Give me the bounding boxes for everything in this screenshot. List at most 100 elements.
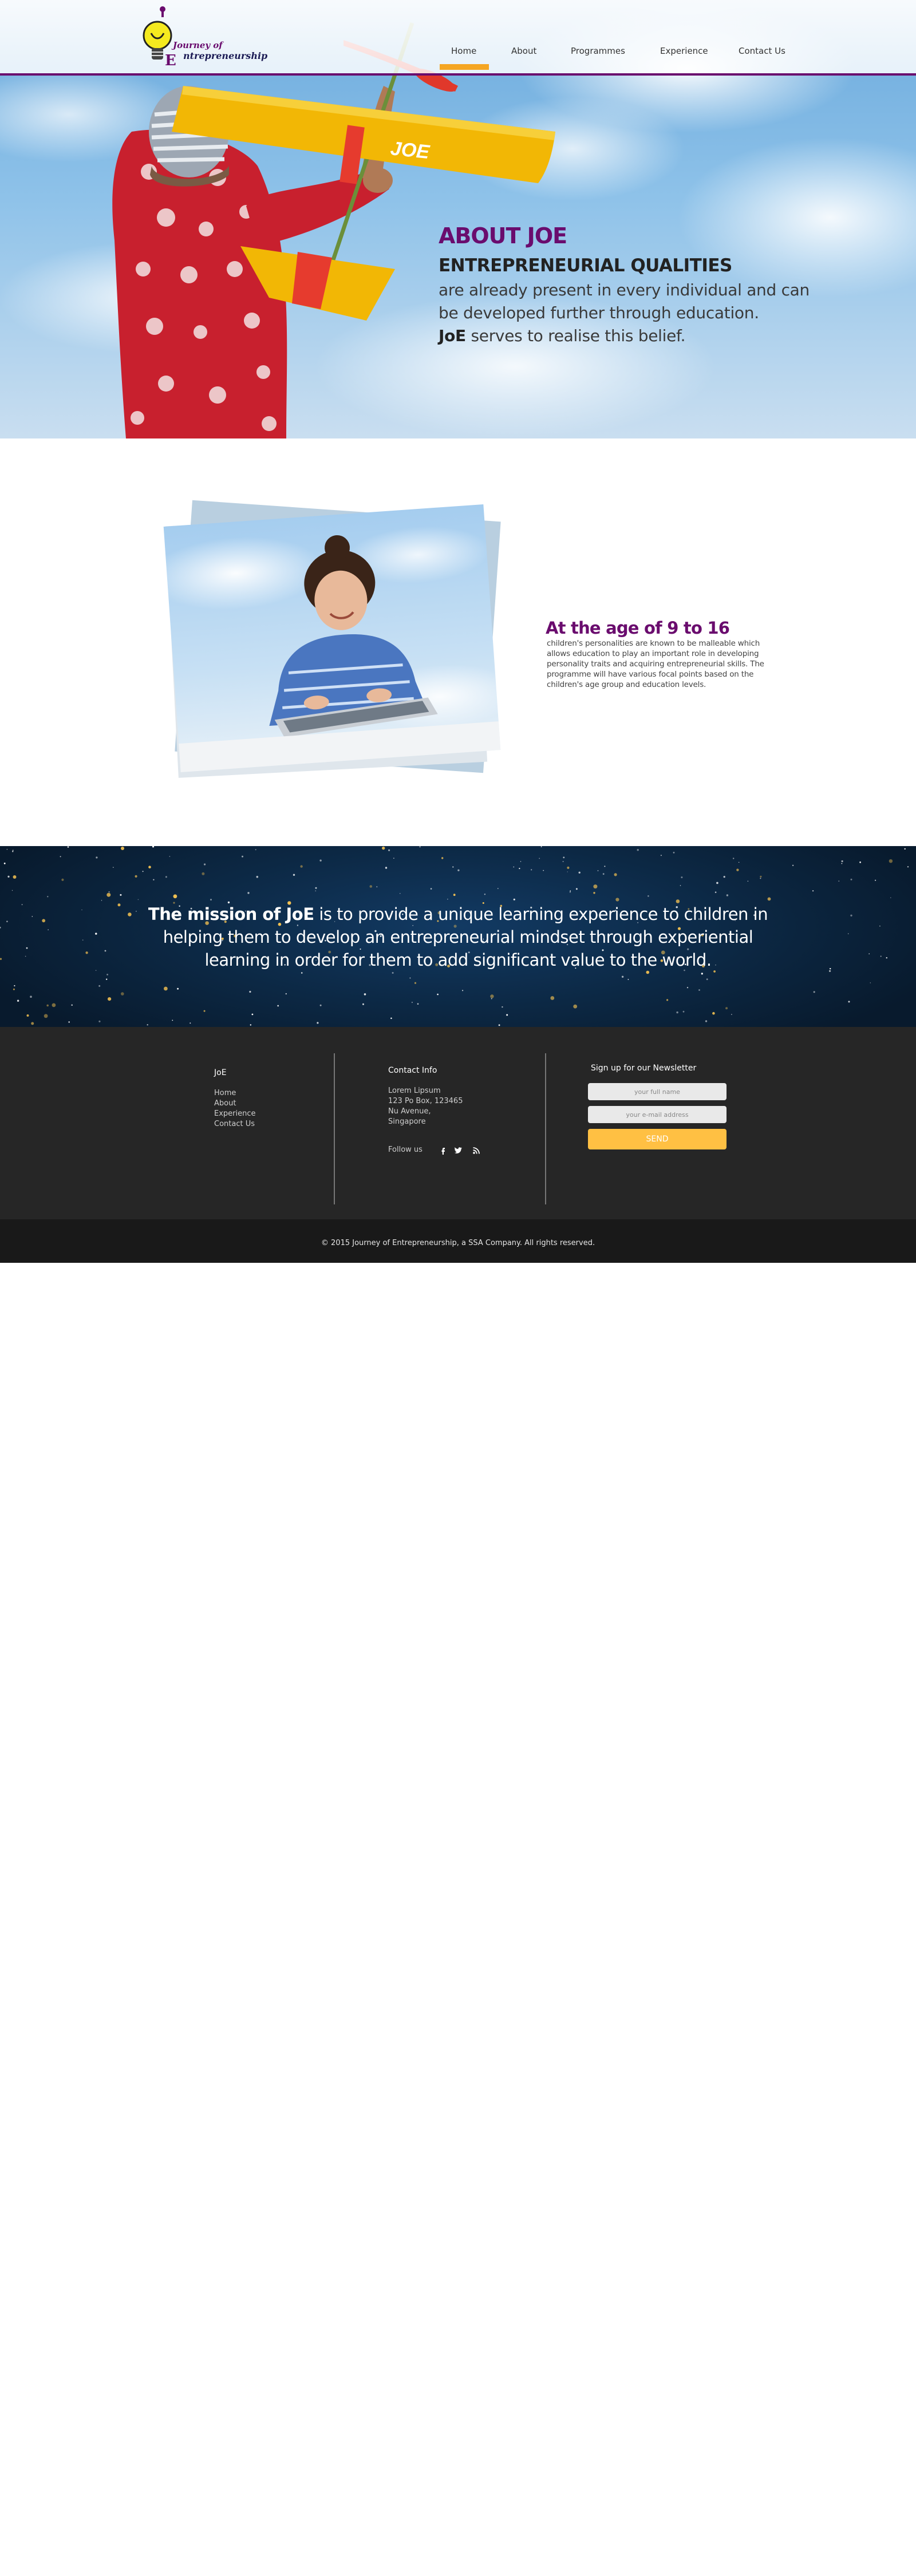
about-line-1: are already present in every individual …: [439, 280, 810, 299]
star: [841, 863, 843, 864]
star: [319, 1004, 322, 1006]
star: [47, 896, 49, 898]
footer-link-experience[interactable]: Experience: [214, 1109, 256, 1118]
age-text-line: personality traits and acquiring entrepr…: [547, 659, 764, 669]
star: [712, 1012, 715, 1015]
star: [390, 1017, 392, 1020]
nav-contact-us[interactable]: Contact Us: [739, 46, 785, 60]
star: [385, 867, 388, 869]
star: [96, 856, 98, 859]
star: [210, 899, 212, 901]
star: [593, 884, 598, 889]
contact-line: Singapore: [388, 1117, 426, 1126]
rss-icon[interactable]: [472, 1146, 481, 1155]
star: [95, 970, 97, 971]
mission-line-1: The mission of JoE is to provide a uniqu…: [0, 904, 916, 924]
footer-link-about[interactable]: About: [214, 1099, 236, 1108]
hero-section: JOE E Journey of ntrepreneurship Home Ab…: [0, 0, 916, 438]
newsletter-email-input[interactable]: [588, 1106, 727, 1123]
star: [71, 1004, 73, 1006]
star: [108, 997, 112, 1001]
age-section-title: At the age of 9 to 16: [546, 618, 730, 638]
facebook-icon[interactable]: [439, 1146, 448, 1155]
star: [285, 993, 287, 995]
star: [142, 871, 144, 872]
star: [597, 870, 599, 871]
star: [61, 878, 64, 881]
star: [716, 882, 718, 884]
star: [121, 847, 124, 850]
star: [202, 872, 205, 875]
star: [67, 846, 69, 848]
star: [615, 898, 619, 902]
footer-link-home[interactable]: Home: [214, 1089, 236, 1097]
star: [569, 891, 571, 893]
star: [293, 874, 295, 876]
star: [570, 890, 571, 892]
star: [563, 856, 565, 859]
star: [482, 902, 484, 904]
star: [227, 901, 230, 904]
about-line-3: JoE serves to realise this belief.: [439, 326, 685, 345]
star: [637, 849, 639, 851]
follow-us-label: Follow us: [388, 1145, 423, 1154]
footer-divider-left: [334, 1053, 335, 1204]
star: [575, 888, 578, 890]
footer-link-contact-us[interactable]: Contact Us: [214, 1120, 255, 1128]
star: [147, 1024, 148, 1026]
star: [315, 887, 317, 889]
star: [646, 970, 650, 974]
age-text-line: children's personalities are known to be…: [547, 639, 760, 648]
joe-bold: JoE: [439, 326, 466, 345]
star: [682, 1010, 685, 1013]
nav-experience[interactable]: Experience: [660, 46, 708, 60]
star: [614, 873, 617, 876]
star: [364, 993, 366, 995]
star: [120, 894, 122, 896]
star: [393, 858, 394, 859]
star: [706, 978, 708, 981]
nav-about[interactable]: About: [511, 46, 536, 60]
star: [255, 849, 256, 851]
star: [681, 876, 683, 879]
star: [301, 972, 303, 974]
newsletter-send-button[interactable]: SEND: [588, 1129, 727, 1149]
star: [452, 866, 454, 868]
star: [490, 994, 494, 998]
star: [686, 987, 689, 989]
star: [13, 988, 15, 990]
star: [317, 1022, 319, 1024]
star: [108, 891, 110, 893]
mission-line-3: learning in order for them to add signif…: [204, 950, 712, 970]
twitter-icon[interactable]: [453, 1146, 463, 1155]
star: [152, 846, 155, 848]
star: [453, 894, 456, 896]
star: [531, 869, 532, 871]
star: [520, 861, 522, 862]
child-tablet-photo: [163, 504, 501, 773]
star: [417, 1003, 419, 1005]
mission-bold: The mission of JoE: [148, 904, 314, 924]
star: [3, 862, 6, 864]
star: [457, 869, 460, 871]
star: [714, 891, 717, 893]
nav-programmes[interactable]: Programmes: [571, 46, 625, 60]
star: [726, 894, 729, 896]
star: [701, 973, 703, 975]
star: [462, 990, 464, 991]
newsletter-name-input[interactable]: [588, 1083, 727, 1100]
about-line-3-rest: serves to realise this belief.: [465, 326, 686, 345]
mission-line-1-rest: is to provide a unique learning experien…: [314, 904, 768, 924]
star: [684, 969, 685, 971]
star: [497, 888, 499, 889]
star: [859, 861, 861, 863]
star: [698, 989, 700, 991]
star: [647, 895, 649, 897]
star: [760, 878, 761, 879]
star: [360, 949, 361, 950]
star: [412, 924, 414, 926]
nav-home[interactable]: Home: [451, 46, 476, 60]
star: [113, 867, 114, 868]
star: [673, 852, 675, 854]
star: [441, 857, 444, 859]
